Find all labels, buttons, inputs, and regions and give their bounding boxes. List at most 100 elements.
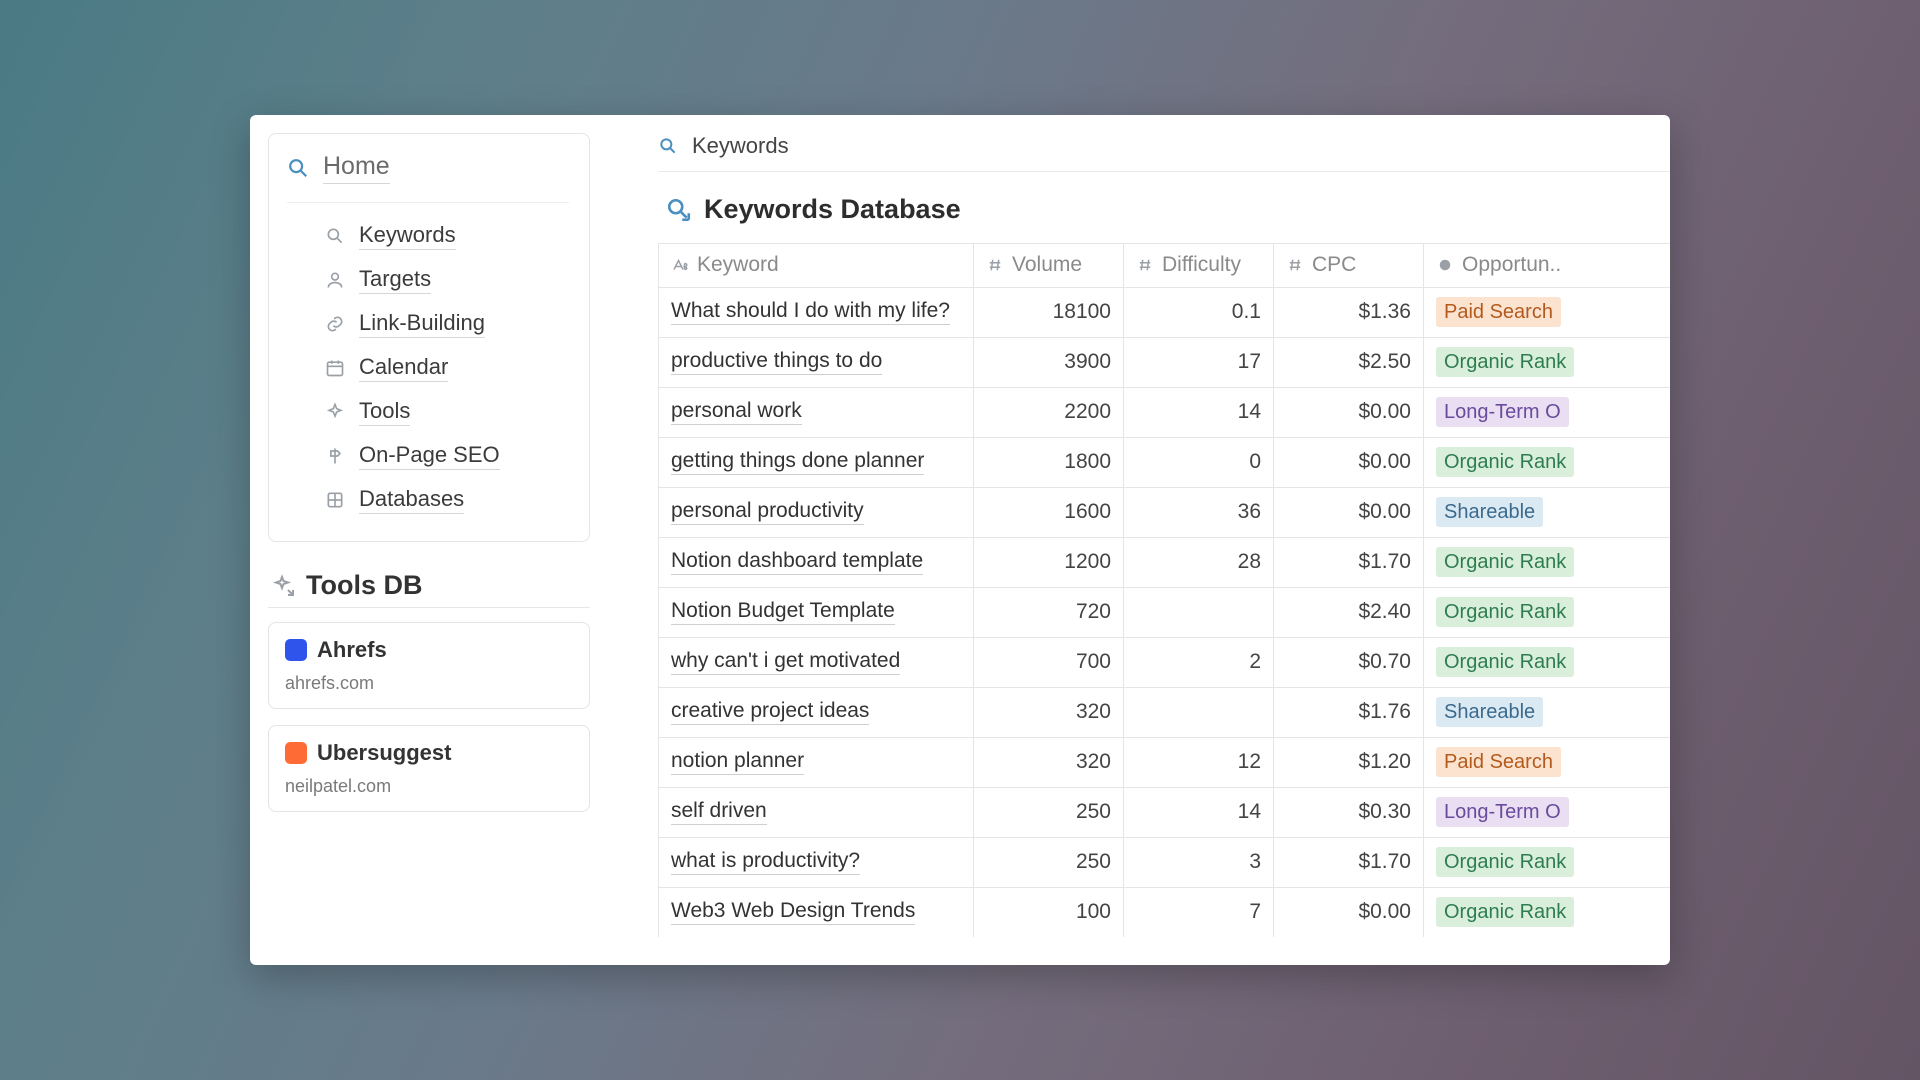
cell-difficulty — [1124, 588, 1274, 637]
table-header: Keyword Volume Difficulty CPC Opportun.. — [658, 243, 1670, 287]
cell-cpc: $2.50 — [1274, 338, 1424, 387]
sparkle-icon — [325, 402, 345, 422]
search-icon — [658, 136, 678, 156]
table-row[interactable]: self driven25014$0.30Long-Term O — [658, 787, 1670, 837]
cell-opportunity: Organic Rank — [1424, 888, 1574, 937]
cell-difficulty: 0 — [1124, 438, 1274, 487]
hash-icon — [1286, 256, 1304, 274]
table-row[interactable]: Notion dashboard template120028$1.70Orga… — [658, 537, 1670, 587]
cell-volume: 720 — [974, 588, 1124, 637]
cell-keyword[interactable]: productive things to do — [658, 338, 974, 387]
cell-keyword[interactable]: personal productivity — [658, 488, 974, 537]
signpost-icon — [325, 446, 345, 466]
cell-volume: 3900 — [974, 338, 1124, 387]
table-row[interactable]: productive things to do390017$2.50Organi… — [658, 337, 1670, 387]
table-body: What should I do with my life?181000.1$1… — [658, 287, 1670, 937]
calendar-icon — [325, 358, 345, 378]
cell-difficulty: 17 — [1124, 338, 1274, 387]
nav-home[interactable]: Home — [287, 152, 569, 188]
column-header-difficulty[interactable]: Difficulty — [1124, 244, 1274, 287]
sidebar-item-label: Targets — [359, 266, 431, 294]
cell-keyword[interactable]: notion planner — [658, 738, 974, 787]
column-header-volume[interactable]: Volume — [974, 244, 1124, 287]
person-icon — [325, 270, 345, 290]
cell-keyword[interactable]: personal work — [658, 388, 974, 437]
column-header-keyword[interactable]: Keyword — [658, 244, 974, 287]
cell-keyword[interactable]: getting things done planner — [658, 438, 974, 487]
column-label: Keyword — [697, 253, 779, 277]
sidebar-item-keywords[interactable]: Keywords — [323, 215, 569, 257]
breadcrumb[interactable]: Keywords — [658, 133, 1670, 172]
cell-cpc: $0.30 — [1274, 788, 1424, 837]
table-row[interactable]: why can't i get motivated7002$0.70Organi… — [658, 637, 1670, 687]
nav-list: Keywords Targets Link-Building Calendar … — [287, 202, 569, 521]
table-row[interactable]: notion planner32012$1.20Paid Search — [658, 737, 1670, 787]
table-row[interactable]: personal productivity160036$0.00Shareabl… — [658, 487, 1670, 537]
table-row[interactable]: Web3 Web Design Trends1007$0.00Organic R… — [658, 887, 1670, 937]
breadcrumb-label: Keywords — [692, 133, 789, 159]
cell-keyword[interactable]: creative project ideas — [658, 688, 974, 737]
sidebar-item-tools[interactable]: Tools — [323, 391, 569, 433]
cell-opportunity: Organic Rank — [1424, 538, 1574, 587]
main-column: Keywords Keywords Database Keyword Volum… — [608, 133, 1670, 965]
tool-card-domain: neilpatel.com — [285, 776, 573, 797]
cell-volume: 1800 — [974, 438, 1124, 487]
cell-difficulty: 36 — [1124, 488, 1274, 537]
sidebar-item-on-page-seo[interactable]: On-Page SEO — [323, 435, 569, 477]
cell-keyword[interactable]: why can't i get motivated — [658, 638, 974, 687]
column-label: Opportun.. — [1462, 253, 1561, 277]
tool-card-title: Ubersuggest — [317, 740, 451, 766]
cell-volume: 100 — [974, 888, 1124, 937]
table-row[interactable]: getting things done planner18000$0.00Org… — [658, 437, 1670, 487]
sidebar-item-targets[interactable]: Targets — [323, 259, 569, 301]
cell-volume: 250 — [974, 788, 1124, 837]
left-column: Home Keywords Targets Link-Building Ca — [268, 133, 608, 965]
text-icon — [671, 256, 689, 274]
column-label: CPC — [1312, 253, 1356, 277]
sparkle-arrow-icon — [272, 574, 296, 598]
tools-db-section: Tools DB Ahrefs ahrefs.com Ubersuggest n… — [268, 570, 590, 828]
cell-cpc: $0.00 — [1274, 388, 1424, 437]
cell-volume: 320 — [974, 688, 1124, 737]
tools-db-header[interactable]: Tools DB — [268, 570, 590, 601]
cell-opportunity: Organic Rank — [1424, 838, 1574, 887]
cell-keyword[interactable]: self driven — [658, 788, 974, 837]
column-header-opportunity[interactable]: Opportun.. — [1424, 244, 1574, 287]
app-window: Home Keywords Targets Link-Building Ca — [250, 115, 1670, 965]
nav-panel: Home Keywords Targets Link-Building Ca — [268, 133, 590, 542]
table-row[interactable]: What should I do with my life?181000.1$1… — [658, 287, 1670, 337]
search-icon — [325, 226, 345, 246]
tool-card-ubersuggest[interactable]: Ubersuggest neilpatel.com — [268, 725, 590, 812]
cell-opportunity: Shareable — [1424, 488, 1574, 537]
cell-keyword[interactable]: What should I do with my life? — [658, 288, 974, 337]
table-row[interactable]: Notion Budget Template720$2.40Organic Ra… — [658, 587, 1670, 637]
cell-keyword[interactable]: what is productivity? — [658, 838, 974, 887]
sidebar-item-label: Calendar — [359, 354, 448, 382]
cell-opportunity: Organic Rank — [1424, 588, 1574, 637]
hash-icon — [986, 256, 1004, 274]
table-row[interactable]: personal work220014$0.00Long-Term O — [658, 387, 1670, 437]
cell-keyword[interactable]: Notion Budget Template — [658, 588, 974, 637]
sidebar-item-calendar[interactable]: Calendar — [323, 347, 569, 389]
grid-icon — [325, 490, 345, 510]
sidebar-item-label: Keywords — [359, 222, 456, 250]
cell-keyword[interactable]: Web3 Web Design Trends — [658, 888, 974, 937]
column-header-cpc[interactable]: CPC — [1274, 244, 1424, 287]
cell-difficulty: 12 — [1124, 738, 1274, 787]
ubersuggest-icon — [285, 742, 307, 764]
cell-cpc: $1.20 — [1274, 738, 1424, 787]
cell-opportunity: Organic Rank — [1424, 438, 1574, 487]
cell-difficulty: 2 — [1124, 638, 1274, 687]
table-row[interactable]: what is productivity?2503$1.70Organic Ra… — [658, 837, 1670, 887]
cell-opportunity: Organic Rank — [1424, 338, 1574, 387]
tools-db-title: Tools DB — [306, 570, 423, 601]
cell-volume: 18100 — [974, 288, 1124, 337]
sidebar-item-databases[interactable]: Databases — [323, 479, 569, 521]
table-row[interactable]: creative project ideas320$1.76Shareable — [658, 687, 1670, 737]
cell-volume: 2200 — [974, 388, 1124, 437]
cell-cpc: $1.76 — [1274, 688, 1424, 737]
tool-card-ahrefs[interactable]: Ahrefs ahrefs.com — [268, 622, 590, 709]
cell-keyword[interactable]: Notion dashboard template — [658, 538, 974, 587]
nav-home-label: Home — [323, 152, 390, 184]
sidebar-item-link-building[interactable]: Link-Building — [323, 303, 569, 345]
